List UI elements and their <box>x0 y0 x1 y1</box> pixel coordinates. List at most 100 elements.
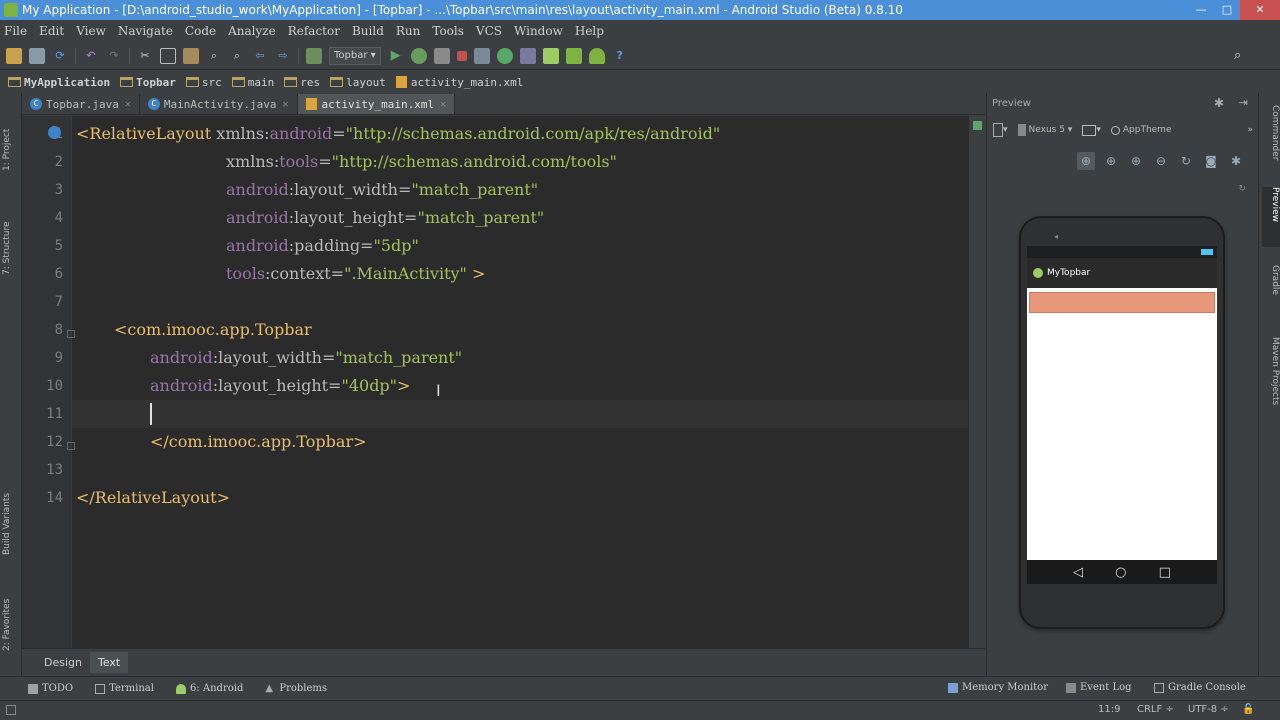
minimize-button[interactable]: — <box>1188 0 1214 20</box>
tab-activity-main-xml[interactable]: activity_main.xml ✕ <box>297 94 456 114</box>
back-icon[interactable]: ⇦ <box>252 48 268 64</box>
menu-run[interactable]: Run <box>396 24 421 38</box>
event-log-tool-button[interactable]: Event Log <box>1066 682 1132 693</box>
help-icon[interactable]: ? <box>612 48 628 64</box>
topbar-view[interactable] <box>1029 292 1215 313</box>
android-tool-button[interactable]: 6: Android <box>175 683 243 694</box>
caret-position[interactable]: 11:9 <box>1098 704 1120 715</box>
class-reference-icon[interactable] <box>48 126 61 139</box>
sync-gradle-icon[interactable] <box>496 47 513 64</box>
zoom-actual-icon[interactable]: ⊕ <box>1077 152 1095 170</box>
menu-tools[interactable]: Tools <box>432 24 464 38</box>
zoom-fit-icon[interactable]: ⊕ <box>1102 152 1120 170</box>
breadcrumb-item[interactable]: res <box>284 76 320 89</box>
menu-navigate[interactable]: Navigate <box>118 24 173 38</box>
undo-icon[interactable]: ↶ <box>83 48 99 64</box>
close-tab-icon[interactable]: ✕ <box>282 99 288 110</box>
terminal-tool-button[interactable]: Terminal <box>95 683 154 694</box>
breadcrumb-item[interactable]: main <box>231 76 274 89</box>
menu-code[interactable]: Code <box>185 24 216 38</box>
device-select[interactable]: Nexus 5 ▾ <box>1017 124 1072 136</box>
lock-icon[interactable]: 🔓 <box>1242 704 1254 715</box>
settings-icon[interactable] <box>473 47 490 64</box>
theme-select[interactable]: AppTheme <box>1110 125 1172 135</box>
forward-icon[interactable]: ⇨ <box>275 48 291 64</box>
menu-window[interactable]: Window <box>514 24 563 38</box>
preview-settings-icon[interactable]: ✱ <box>1227 152 1245 170</box>
editor-tab-bar: C Topbar.java ✕ C MainActivity.java ✕ ac… <box>22 93 985 115</box>
file-encoding[interactable]: UTF-8 ÷ <box>1188 704 1229 715</box>
avd-manager-icon[interactable] <box>542 47 559 64</box>
menu-view[interactable]: View <box>76 24 106 38</box>
debug-icon[interactable] <box>410 47 427 64</box>
menu-analyze[interactable]: Analyze <box>228 24 276 38</box>
refresh-small-icon[interactable]: ↻ <box>1238 184 1246 194</box>
fold-marker-icon[interactable] <box>67 330 75 338</box>
structure-tool-tab[interactable]: 7: Structure <box>2 193 20 276</box>
run-config-select[interactable]: Topbar ▾ <box>329 46 381 65</box>
hide-panel-icon[interactable]: ⇥ <box>1239 96 1248 109</box>
tab-design[interactable]: Design <box>36 652 90 673</box>
tab-mainactivity-java[interactable]: C MainActivity.java ✕ <box>140 94 298 114</box>
project-tool-tab[interactable]: 1: Project <box>2 99 20 171</box>
favorites-tool-tab[interactable]: 2: Favorites <box>2 579 20 651</box>
problems-tool-button[interactable]: ▲ Problems <box>265 683 327 694</box>
zoom-in-icon[interactable]: ⊕ <box>1127 152 1145 170</box>
copy-icon[interactable] <box>160 47 176 64</box>
more-options-icon[interactable]: » <box>1247 125 1253 135</box>
maven-tool-tab[interactable]: Maven Projects <box>1262 337 1280 429</box>
close-button[interactable]: ✕ <box>1240 0 1280 20</box>
breadcrumb-item[interactable]: Topbar <box>120 76 176 89</box>
code-line-5: android:padding="5dp" <box>226 236 419 255</box>
search-everywhere-icon[interactable]: ⌕ <box>1234 48 1250 64</box>
line-separator[interactable]: CRLF ÷ <box>1137 704 1174 715</box>
menu-vcs[interactable]: VCS <box>476 24 502 38</box>
sdk-manager-icon[interactable] <box>565 47 582 64</box>
attach-debugger-icon[interactable] <box>433 47 450 64</box>
save-all-icon[interactable] <box>29 47 45 64</box>
editor-error-stripe[interactable] <box>968 116 985 648</box>
stop-icon[interactable] <box>456 50 467 61</box>
menu-edit[interactable]: Edit <box>39 24 64 38</box>
memory-monitor-tool-button[interactable]: Memory Monitor <box>948 682 1048 693</box>
open-folder-icon[interactable] <box>6 47 22 64</box>
gradle-tool-tab[interactable]: Gradle <box>1262 265 1280 317</box>
screenshot-icon[interactable]: ◙ <box>1202 152 1220 170</box>
orientation-toggle[interactable]: ▾ <box>1082 124 1101 136</box>
breadcrumb-item[interactable]: layout <box>330 76 386 89</box>
make-project-icon[interactable] <box>306 47 322 64</box>
refresh-icon[interactable]: ↻ <box>1177 152 1195 170</box>
redo-icon[interactable]: ↷ <box>106 48 122 64</box>
commander-tool-tab[interactable]: Commander <box>1262 105 1280 165</box>
toggle-tool-windows-icon[interactable] <box>6 705 16 715</box>
android-monitor-icon[interactable] <box>588 47 605 64</box>
fold-marker-icon[interactable] <box>67 442 75 450</box>
replace-icon[interactable]: ⌕ <box>229 48 245 64</box>
cut-icon[interactable]: ✂ <box>137 48 153 64</box>
maximize-button[interactable]: □ <box>1214 0 1240 20</box>
close-tab-icon[interactable]: ✕ <box>440 99 446 110</box>
breadcrumb-item[interactable]: src <box>185 76 222 89</box>
todo-tool-button[interactable]: TODO <box>28 683 73 694</box>
gradle-console-tool-button[interactable]: Gradle Console <box>1154 682 1246 693</box>
run-icon[interactable]: ▶ <box>388 48 404 64</box>
device-frame-toggle[interactable]: ▾ <box>993 123 1008 137</box>
paste-icon[interactable] <box>183 47 199 64</box>
gear-icon[interactable]: ✱ <box>1214 96 1224 110</box>
build-variants-tool-tab[interactable]: Build Variants <box>2 463 20 555</box>
menu-file[interactable]: File <box>4 24 27 38</box>
menu-build[interactable]: Build <box>352 24 384 38</box>
zoom-out-icon[interactable]: ⊖ <box>1152 152 1170 170</box>
breadcrumb-item[interactable]: MyApplication <box>8 76 110 89</box>
menu-help[interactable]: Help <box>575 24 604 38</box>
close-tab-icon[interactable]: ✕ <box>125 99 131 110</box>
tab-text[interactable]: Text <box>89 652 129 673</box>
breadcrumb-item[interactable]: activity_main.xml <box>395 76 523 89</box>
menu-refactor[interactable]: Refactor <box>288 24 340 38</box>
preview-tool-tab[interactable]: Preview <box>1262 187 1280 247</box>
find-icon[interactable]: ⌕ <box>206 48 222 64</box>
code-editor[interactable]: 1 2 3 4 5 6 7 8 9 10 11 12 13 14 <Relati… <box>22 116 968 648</box>
project-structure-icon[interactable] <box>519 47 536 64</box>
tab-topbar-java[interactable]: C Topbar.java ✕ <box>22 94 140 114</box>
sync-icon[interactable]: ⟳ <box>52 48 68 64</box>
